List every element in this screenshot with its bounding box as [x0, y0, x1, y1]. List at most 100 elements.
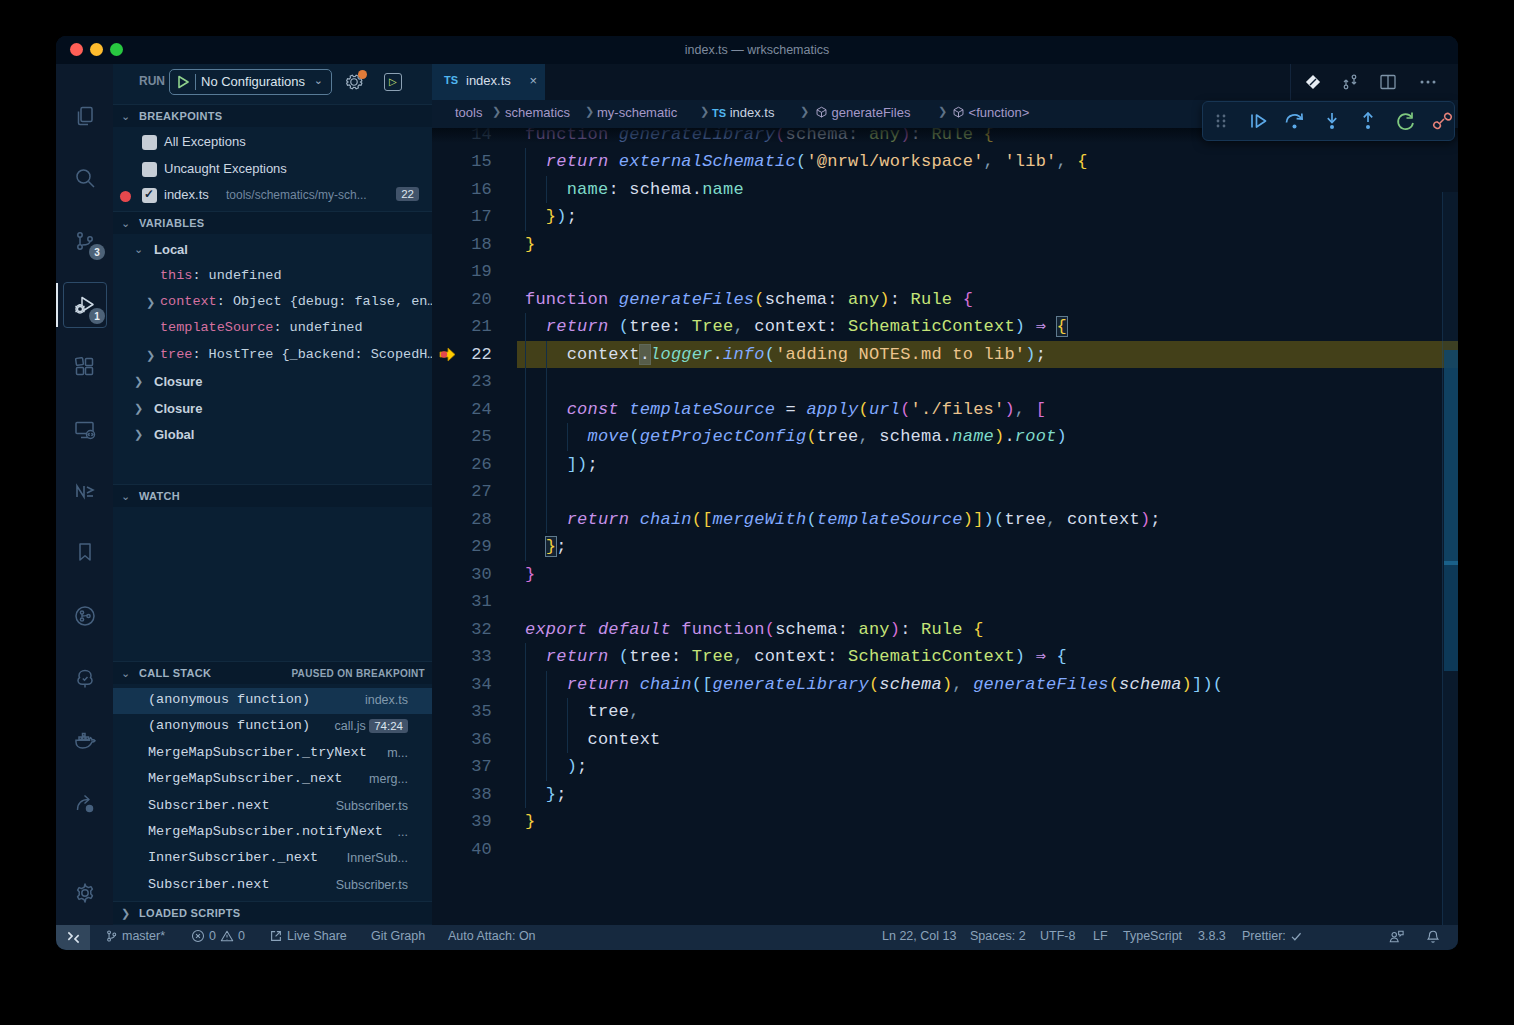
breadcrumb-item[interactable]: my-schematic [597, 105, 677, 120]
compare-branches-icon[interactable] [1340, 72, 1360, 92]
disconnect-icon[interactable] [1430, 109, 1454, 133]
line-number: 21 [432, 313, 492, 341]
debug-configuration-dropdown[interactable]: No Configurations ⌄ [169, 69, 332, 95]
status-bell[interactable] [1426, 929, 1440, 944]
breadcrumb-item[interactable]: tools [455, 105, 482, 120]
code-line-22: context.logger.info('adding NOTES.md to … [525, 341, 1046, 369]
status-prettier-[interactable]: Prettier: [1242, 929, 1303, 943]
settings-gear-icon[interactable] [56, 869, 113, 917]
activity-source-control-icon[interactable]: 3 [56, 217, 113, 265]
step-over-icon[interactable] [1283, 109, 1307, 133]
variables-section-header[interactable]: ⌄VARIABLES [113, 211, 432, 234]
restart-icon[interactable] [1393, 109, 1417, 133]
variable-row-tree[interactable]: ❯tree: HostTree {_backend: ScopedH… [113, 343, 432, 369]
scope-row-closure[interactable]: ❯Closure [113, 369, 432, 395]
status-git-graph[interactable]: Git Graph [371, 929, 425, 943]
more-actions-icon[interactable] [1418, 72, 1438, 92]
step-into-icon[interactable] [1320, 109, 1344, 133]
activity-files-icon[interactable] [56, 92, 113, 140]
status-0[interactable]: 00 [191, 929, 245, 943]
status-feedback[interactable] [1388, 929, 1404, 944]
status-spaces-2[interactable]: Spaces: 2 [970, 929, 1026, 943]
line-number: 36 [432, 726, 492, 754]
code-line-20: function generateFiles(schema: any): Rul… [525, 286, 973, 314]
close-tab-icon[interactable]: × [529, 73, 537, 88]
debug-sidebar: RUN No Configurations ⌄ ▷ ⌄BREAKPOINTSAl… [113, 64, 432, 925]
tab-index-ts[interactable]: TS index.ts × [432, 64, 545, 100]
breakpoint-checkbox[interactable] [142, 135, 157, 150]
breadcrumb-item[interactable]: schematics [505, 105, 570, 120]
step-out-icon[interactable] [1356, 109, 1380, 133]
breakpoints-section-header[interactable]: ⌄BREAKPOINTS [113, 104, 432, 127]
gear-notification-dot [358, 70, 367, 79]
variable-row-this[interactable]: this: undefined [113, 264, 432, 290]
breakpoint-label: index.ts [164, 187, 209, 202]
line-number: 31 [432, 588, 492, 616]
status-typescript[interactable]: TypeScript [1123, 929, 1182, 943]
frame-file: ... [398, 825, 408, 839]
activity-share-icon[interactable] [56, 780, 113, 828]
breakpoint-checkbox[interactable]: ✓ [142, 188, 157, 203]
breadcrumb-separator: ❯ [938, 105, 947, 118]
title-bar[interactable]: index.ts — wrkschematics [56, 36, 1458, 64]
call-stack-frame[interactable]: Subscriber.nextSubscriber.ts [113, 873, 432, 899]
code-line-33: return (tree: Tree, context: SchematicCo… [525, 643, 1067, 671]
continue-icon[interactable] [1246, 109, 1270, 133]
variable-row-context[interactable]: ❯context: Object {debug: false, en… [113, 290, 432, 316]
editor-scrollbar[interactable] [1442, 192, 1458, 925]
call-stack-section-header[interactable]: ⌄CALL STACKPAUSED ON BREAKPOINT [113, 661, 432, 684]
call-stack-frame[interactable]: Subscriber.nextSubscriber.ts [113, 794, 432, 820]
status-utf-8[interactable]: UTF-8 [1040, 929, 1075, 943]
code-line-26: ]); [525, 451, 598, 479]
loaded-scripts-section-header[interactable]: ❯LOADED SCRIPTS [113, 901, 432, 924]
scope-row-global[interactable]: ❯Global [113, 422, 432, 448]
call-stack-frame[interactable]: (anonymous function)index.ts [113, 688, 432, 714]
variable-row-templateSource[interactable]: templateSource: undefined [113, 316, 432, 342]
activity-nx-console-icon[interactable] [56, 467, 113, 515]
open-debug-console-button[interactable]: ▷ [384, 73, 402, 91]
status-3-8-3[interactable]: 3.8.3 [1198, 929, 1226, 943]
breakpoint-checkbox[interactable] [142, 162, 157, 177]
call-stack-frame[interactable]: InnerSubscriber._nextInnerSub... [113, 846, 432, 872]
breakpoint-dot-icon [120, 191, 131, 202]
scope-row-closure[interactable]: ❯Closure [113, 396, 432, 422]
activity-git-graph-icon[interactable] [56, 592, 113, 640]
remote-indicator[interactable] [56, 925, 90, 950]
breadcrumb-item[interactable]: generateFiles [815, 105, 910, 120]
call-stack-frame[interactable]: MergeMapSubscriber._nextmerg... [113, 767, 432, 793]
activity-search-icon[interactable] [56, 154, 113, 202]
code-line-25: move(getProjectConfig(tree, schema.name)… [525, 423, 1067, 451]
status-lf[interactable]: LF [1093, 929, 1108, 943]
code-line-28: return chain([mergeWith(templateSource)]… [525, 506, 1161, 534]
call-stack-frame[interactable]: MergeMapSubscriber.notifyNext... [113, 820, 432, 846]
status-auto-attach-on[interactable]: Auto Attach: On [448, 929, 536, 943]
activity-test-explorer-icon[interactable] [56, 655, 113, 703]
code-line-27 [525, 478, 567, 506]
start-debug-icon[interactable] [177, 75, 189, 89]
call-stack-frame[interactable]: (anonymous function)call.js 74:24 [113, 714, 432, 740]
code-editor[interactable]: 1415161718192021222324252627282930313233… [432, 128, 1458, 925]
activity-run-debug-icon[interactable]: 1 [56, 281, 113, 329]
breakpoint-row[interactable]: ✓index.tstools/schematics/my-sch...22 [113, 183, 432, 209]
line-number: 32 [432, 616, 492, 644]
activity-docker-icon[interactable] [56, 717, 113, 765]
watch-section-header[interactable]: ⌄WATCH [113, 484, 432, 507]
split-editor-icon[interactable] [1378, 72, 1398, 92]
activity-remote-explorer-icon[interactable] [56, 406, 113, 454]
status-live-share[interactable]: Live Share [269, 929, 347, 943]
breadcrumb-item[interactable]: TS index.ts [712, 105, 774, 120]
activity-bookmarks-icon[interactable] [56, 528, 113, 576]
debug-settings-gear[interactable] [345, 73, 363, 91]
activity-extensions-icon[interactable] [56, 343, 113, 391]
breakpoint-row[interactable]: Uncaught Exceptions [113, 157, 432, 183]
breadcrumb-item[interactable]: <function> [952, 105, 1029, 120]
open-changes-icon[interactable] [1303, 72, 1323, 92]
status-ln-22-col-13[interactable]: Ln 22, Col 13 [882, 929, 956, 943]
line-number: 34 [432, 671, 492, 699]
editor-group: TS index.ts × tools ❯ schematics ❯ my-schema… [432, 64, 1458, 925]
status-master-[interactable]: master* [105, 929, 165, 943]
scope-row-local[interactable]: ⌄Local [113, 237, 432, 263]
call-stack-frame[interactable]: MergeMapSubscriber._tryNextm... [113, 741, 432, 767]
breadcrumb-separator: ❯ [800, 105, 809, 118]
breakpoint-row[interactable]: All Exceptions [113, 130, 432, 156]
